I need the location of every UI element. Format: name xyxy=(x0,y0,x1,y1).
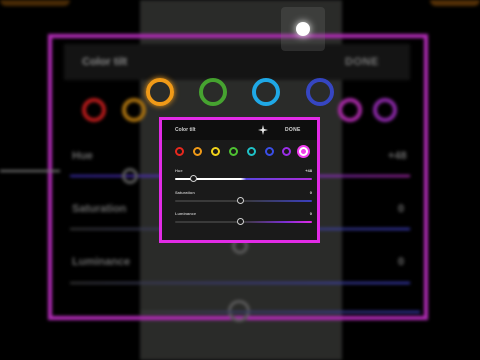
saturation-value: 0 xyxy=(309,190,312,195)
swatch-green[interactable] xyxy=(229,147,238,156)
background-saturation-label: Saturation xyxy=(72,203,127,215)
background-ring-orange xyxy=(122,98,146,122)
background-done: DONE xyxy=(345,56,379,68)
swatch-red[interactable] xyxy=(175,147,184,156)
move-handle[interactable] xyxy=(281,7,325,51)
luminance-value: 0 xyxy=(309,211,312,216)
swatch-orange[interactable] xyxy=(193,147,202,156)
background-hue-value: +48 xyxy=(388,150,407,162)
luminance-label: Luminance xyxy=(175,211,197,216)
swatch-blue[interactable] xyxy=(265,147,274,156)
background-glow xyxy=(0,0,70,6)
background-glow xyxy=(430,0,480,6)
background-hue-knob xyxy=(122,168,138,184)
hue-value: +48 xyxy=(305,168,312,173)
large-ring-blue xyxy=(306,78,334,106)
swatch-yellow[interactable] xyxy=(211,147,220,156)
crosshair-icon[interactable] xyxy=(258,125,268,135)
large-ring-cyan xyxy=(252,78,280,106)
background-luminance-label: Luminance xyxy=(72,256,131,268)
swatch-purple[interactable] xyxy=(282,147,291,156)
background-title: Color tilt xyxy=(82,56,128,68)
background-hue-label: Hue xyxy=(72,150,93,162)
saturation-label: Saturation xyxy=(175,190,195,195)
background-luminance-value: 0 xyxy=(398,256,405,268)
saturation-slider-knob[interactable] xyxy=(237,197,244,204)
done-button[interactable]: DONE xyxy=(285,127,301,133)
large-ring-orange xyxy=(146,78,174,106)
panel-title: Color tilt xyxy=(175,127,196,133)
background-luminance-track xyxy=(70,282,410,284)
drag-dot-icon xyxy=(296,22,310,36)
background-ring-magenta xyxy=(338,98,362,122)
swatch-magenta[interactable] xyxy=(299,147,308,156)
background-white-streak xyxy=(0,170,60,172)
background-bottom-track xyxy=(140,311,420,313)
color-tilt-panel: Color tilt DONE Hue +48 Saturation 0 Lum… xyxy=(159,117,320,243)
background-ring-purple xyxy=(373,98,397,122)
background-saturation-value: 0 xyxy=(398,203,405,215)
luminance-slider-knob[interactable] xyxy=(237,218,244,225)
large-ring-green xyxy=(199,78,227,106)
background-ring-red xyxy=(82,98,106,122)
hue-label: Hue xyxy=(175,168,183,173)
swatch-cyan[interactable] xyxy=(247,147,256,156)
hue-slider-knob[interactable] xyxy=(190,175,197,182)
